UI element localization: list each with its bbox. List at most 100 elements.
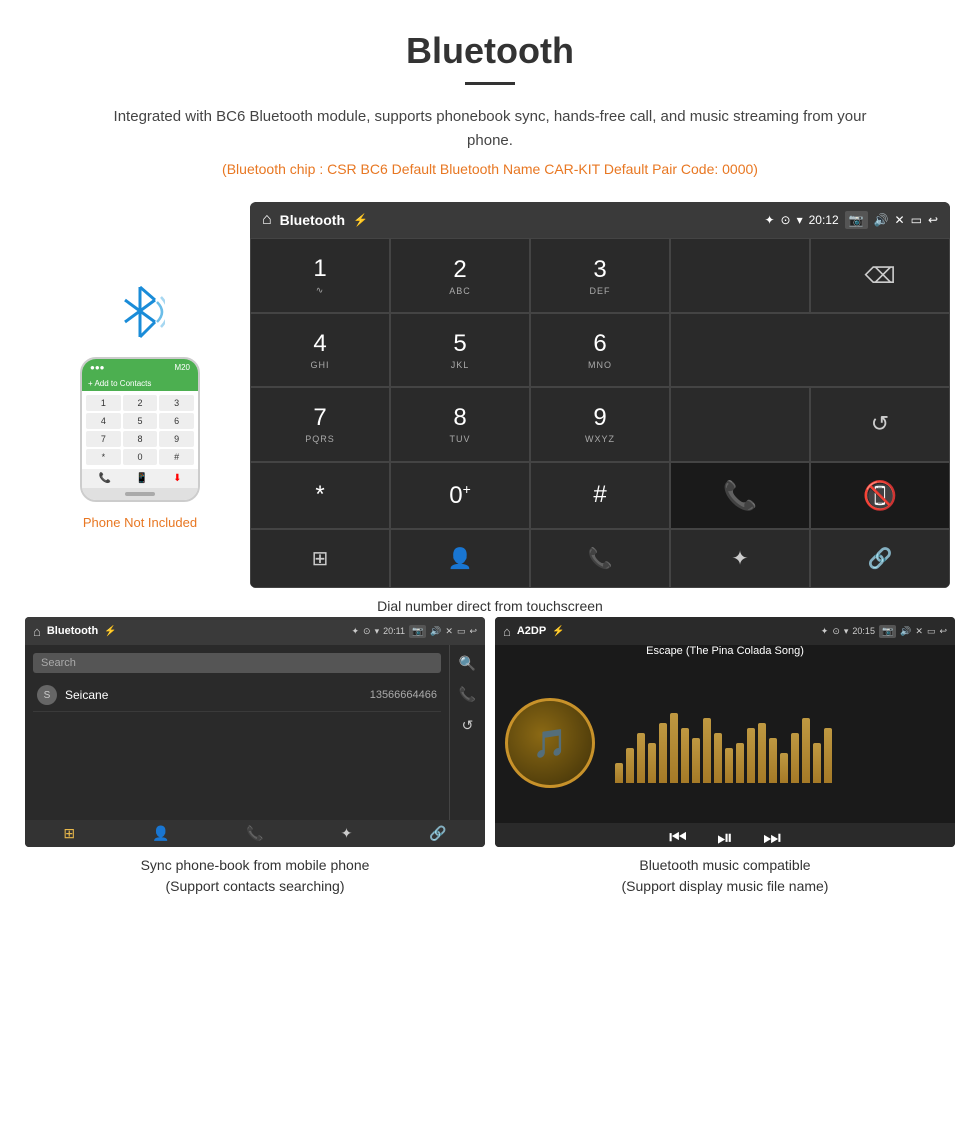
phonebook-header: ⌂ Bluetooth ⚡ ✦ ⊙ ▾ 20:11 📷 🔊 ✕ ▭ ↩ <box>25 617 485 645</box>
pb-sync-icon[interactable]: ↺ <box>462 717 474 734</box>
contacts-nav-button[interactable]: 👤 <box>390 529 530 588</box>
dial-key-5[interactable]: 5 JKL <box>390 313 530 387</box>
dialpad-nav-button[interactable]: ⊞ <box>250 529 390 588</box>
phonebook-screen: ⌂ Bluetooth ⚡ ✦ ⊙ ▾ 20:11 📷 🔊 ✕ ▭ ↩ <box>25 617 485 847</box>
album-art: 🎵 <box>505 698 595 788</box>
prev-track-button[interactable]: ⏮ <box>669 827 687 847</box>
dial-key-7[interactable]: 7 PQRS <box>250 387 390 461</box>
next-track-button[interactable]: ⏭ <box>763 827 781 847</box>
dial-key-0[interactable]: 0+ <box>390 462 530 529</box>
phonebook-caption: Sync phone-book from mobile phone (Suppo… <box>25 855 485 897</box>
display-area <box>670 238 810 313</box>
pb-wifi-icon: ▾ <box>375 626 380 637</box>
pb-cam-icon[interactable]: 📷 <box>409 625 426 638</box>
specs-text: (Bluetooth chip : CSR BC6 Default Blueto… <box>0 161 980 177</box>
dial-screen-title: Bluetooth <box>280 212 345 228</box>
camera-icon[interactable]: 📷 <box>845 211 868 229</box>
pb-win-icon[interactable]: ▭ <box>457 626 466 637</box>
phone-mock: ●●● M20 + Add to Contacts 1 2 3 4 5 6 7 … <box>80 357 200 502</box>
equalizer <box>615 703 945 783</box>
song-title: Escape (The Pina Colada Song) <box>495 645 955 663</box>
ms-time: 20:15 <box>852 626 875 636</box>
play-pause-button[interactable]: ⏯ <box>717 827 733 847</box>
pb-time: 20:11 <box>383 626 405 636</box>
pb-usb-icon: ⚡ <box>104 626 116 637</box>
page-description: Integrated with BC6 Bluetooth module, su… <box>110 105 870 153</box>
ms-vol-icon[interactable]: 🔊 <box>900 626 911 637</box>
pb-bt-icon: ✦ <box>351 626 359 637</box>
bluetooth-nav-button[interactable]: ✦ <box>670 529 810 588</box>
ms-win-icon[interactable]: ▭ <box>927 626 936 637</box>
usb-icon: ⚡ <box>353 213 368 227</box>
redial-button[interactable]: ↺ <box>810 387 950 461</box>
contact-name: Seicane <box>65 688 370 702</box>
ms-loc-icon: ⊙ <box>832 626 840 637</box>
dial-key-4[interactable]: 4 GHI <box>250 313 390 387</box>
ms-cam-icon[interactable]: 📷 <box>879 625 896 638</box>
pb-back-icon[interactable]: ↩ <box>469 626 477 637</box>
location-icon: ⊙ <box>781 213 791 227</box>
dial-key-1[interactable]: 1 ∿ <box>250 238 390 313</box>
phone-mock-area: ●●● M20 + Add to Contacts 1 2 3 4 5 6 7 … <box>30 202 250 530</box>
dial-caption: Dial number direct from touchscreen <box>0 596 980 617</box>
dial-key-9[interactable]: 9 WXYZ <box>530 387 670 461</box>
contact-row[interactable]: S Seicane 13566664466 <box>33 679 441 712</box>
ms-wifi-icon: ▾ <box>844 626 849 637</box>
pb-nav-dialpad[interactable]: ⊞ <box>63 825 75 842</box>
dial-key-hash[interactable]: # <box>530 462 670 529</box>
music-controls: ⏮ ⏯ ⏭ <box>495 823 955 847</box>
bluetooth-status-icon: ✦ <box>764 213 774 227</box>
ms-usb-icon: ⚡ <box>552 626 564 637</box>
music-screen: ⌂ A2DP ⚡ ✦ ⊙ ▾ 20:15 📷 🔊 ✕ ▭ ↩ Escape (T… <box>495 617 955 847</box>
ms-title: A2DP <box>517 625 546 637</box>
pb-search-icon[interactable]: 🔍 <box>459 655 476 672</box>
wifi-icon: ▾ <box>797 213 803 227</box>
dial-key-3[interactable]: 3 DEF <box>530 238 670 313</box>
music-content: 🎵 <box>495 663 955 823</box>
pb-title: Bluetooth <box>47 625 98 637</box>
dial-key-8[interactable]: 8 TUV <box>390 387 530 461</box>
settings-nav-button[interactable]: 🔗 <box>810 529 950 588</box>
hangup-button[interactable]: 📵 <box>810 462 950 529</box>
pb-nav-bt[interactable]: ✦ <box>341 825 353 842</box>
dial-layout: ●●● M20 + Add to Contacts 1 2 3 4 5 6 7 … <box>0 202 980 588</box>
search-bar[interactable]: Search <box>33 653 441 673</box>
empty-cell-1 <box>670 313 950 387</box>
pb-vol-icon[interactable]: 🔊 <box>430 626 441 637</box>
phone-not-included-label: Phone Not Included <box>83 515 197 530</box>
page-title: Bluetooth <box>0 0 980 82</box>
pb-home-icon[interactable]: ⌂ <box>33 624 41 639</box>
call-button[interactable]: 📞 <box>670 462 810 529</box>
contact-number: 13566664466 <box>370 689 437 701</box>
back-icon[interactable]: ↩ <box>928 213 938 227</box>
empty-cell-2 <box>670 387 810 461</box>
music-header: ⌂ A2DP ⚡ ✦ ⊙ ▾ 20:15 📷 🔊 ✕ ▭ ↩ <box>495 617 955 645</box>
pb-close-icon[interactable]: ✕ <box>445 626 453 637</box>
pb-nav-contacts[interactable]: 👤 <box>152 825 169 842</box>
pb-loc-icon: ⊙ <box>363 626 371 637</box>
dial-screen: ⌂ Bluetooth ⚡ ✦ ⊙ ▾ 20:12 📷 🔊 ✕ ▭ ↩ 1 ∿ <box>250 202 950 588</box>
search-placeholder: Search <box>41 657 76 669</box>
volume-icon[interactable]: 🔊 <box>874 213 889 227</box>
pb-call-icon[interactable]: 📞 <box>459 686 476 703</box>
ms-back-icon[interactable]: ↩ <box>939 626 947 637</box>
time-display: 20:12 <box>809 213 839 227</box>
pb-nav-settings[interactable]: 🔗 <box>429 825 446 842</box>
dial-key-6[interactable]: 6 MNO <box>530 313 670 387</box>
music-caption: Bluetooth music compatible (Support disp… <box>495 855 955 897</box>
pb-nav-recents[interactable]: 📞 <box>246 825 263 842</box>
music-bt-icon: 🎵 <box>533 727 568 760</box>
window-icon[interactable]: ▭ <box>911 213 922 227</box>
home-icon[interactable]: ⌂ <box>262 211 272 229</box>
close-icon[interactable]: ✕ <box>895 213 905 227</box>
bluetooth-icon <box>115 282 165 342</box>
backspace-button[interactable]: ⌫ <box>810 238 950 313</box>
dial-key-2[interactable]: 2 ABC <box>390 238 530 313</box>
ms-bt-icon: ✦ <box>821 626 829 637</box>
title-divider <box>465 82 515 85</box>
recents-nav-button[interactable]: 📞 <box>530 529 670 588</box>
dial-key-star[interactable]: * <box>250 462 390 529</box>
dial-screen-header: ⌂ Bluetooth ⚡ ✦ ⊙ ▾ 20:12 📷 🔊 ✕ ▭ ↩ <box>250 202 950 238</box>
ms-home-icon[interactable]: ⌂ <box>503 624 511 639</box>
ms-close-icon[interactable]: ✕ <box>915 626 923 637</box>
